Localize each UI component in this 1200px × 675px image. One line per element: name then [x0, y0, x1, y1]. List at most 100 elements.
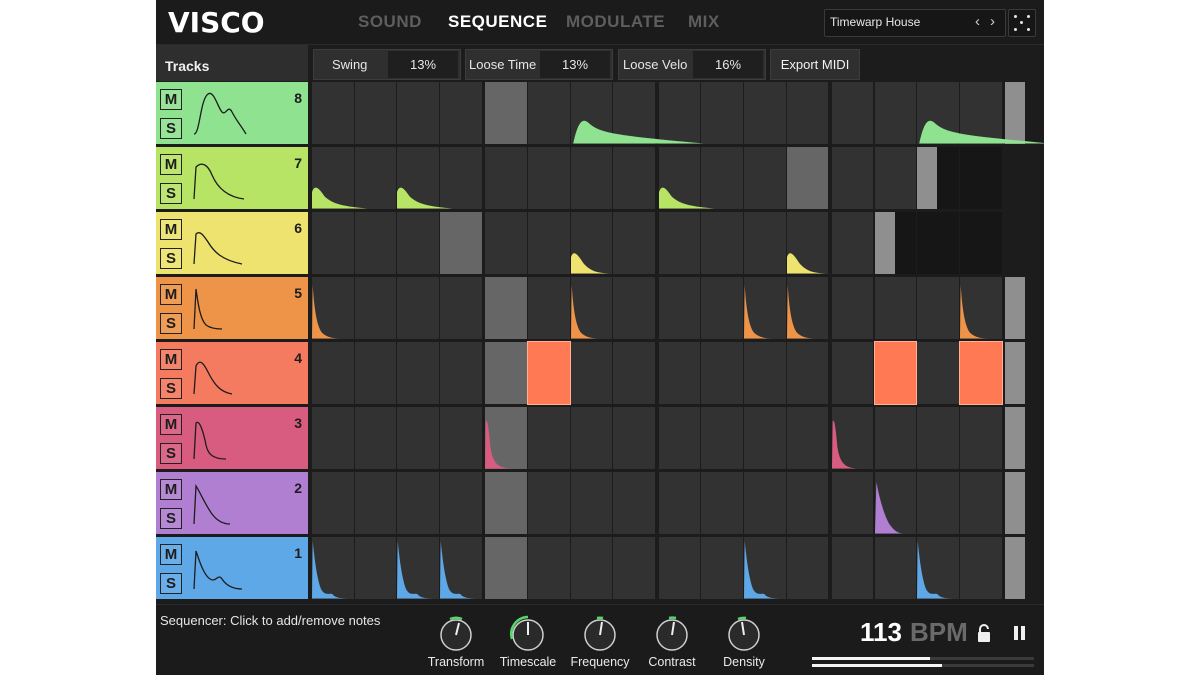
step-cell[interactable]: [786, 82, 829, 144]
step-cell[interactable]: [786, 212, 829, 274]
step-cell[interactable]: [874, 537, 917, 599]
tab-mix[interactable]: MIX: [688, 12, 720, 32]
step-cell[interactable]: [786, 407, 829, 469]
chevron-left-icon[interactable]: ‹: [975, 13, 980, 30]
step-cell[interactable]: [570, 82, 704, 144]
solo-button[interactable]: S: [160, 508, 182, 529]
step-cell[interactable]: [613, 472, 655, 534]
step-cell[interactable]: [658, 342, 701, 404]
step-cell[interactable]: [440, 407, 482, 469]
step-cell[interactable]: [440, 472, 482, 534]
step-cell[interactable]: [397, 82, 439, 144]
solo-button[interactable]: S: [160, 443, 182, 464]
frequency-knob[interactable]: Frequency: [564, 613, 636, 673]
step-cell[interactable]: [874, 472, 917, 534]
step-cell[interactable]: [570, 342, 613, 404]
step-cell[interactable]: [701, 472, 743, 534]
solo-button[interactable]: S: [160, 313, 182, 334]
step-cell[interactable]: [960, 212, 1002, 274]
tab-modulate[interactable]: MODULATE: [566, 12, 665, 32]
step-cell[interactable]: [570, 537, 613, 599]
step-cell[interactable]: [570, 147, 613, 209]
swing-control[interactable]: Swing 13%: [313, 49, 461, 80]
solo-button[interactable]: S: [160, 118, 182, 139]
knob-dial[interactable]: [420, 613, 492, 653]
step-cell[interactable]: [658, 277, 701, 339]
loop-end-marker[interactable]: [874, 212, 895, 274]
step-cell[interactable]: [528, 82, 570, 144]
mute-button[interactable]: M: [160, 284, 182, 305]
step-cell[interactable]: [354, 212, 397, 274]
step-cell[interactable]: [397, 277, 439, 339]
loose-time-control[interactable]: Loose Time 13%: [465, 49, 613, 80]
step-cell[interactable]: [354, 82, 397, 144]
step-cell[interactable]: [527, 341, 571, 405]
step-cell[interactable]: [354, 342, 397, 404]
step-sequencer-grid[interactable]: [312, 82, 1044, 604]
step-cell[interactable]: [312, 82, 354, 144]
step-cell[interactable]: [528, 277, 570, 339]
step-cell[interactable]: [786, 147, 829, 209]
step-cell[interactable]: [312, 472, 354, 534]
step-cell[interactable]: [658, 537, 701, 599]
contrast-knob[interactable]: Contrast: [636, 613, 708, 673]
step-cell[interactable]: [528, 212, 570, 274]
step-cell[interactable]: [786, 277, 829, 339]
solo-button[interactable]: S: [160, 573, 182, 594]
step-cell[interactable]: [744, 537, 786, 599]
tab-sequence[interactable]: SEQUENCE: [448, 12, 547, 32]
step-cell[interactable]: [701, 82, 743, 144]
step-cell[interactable]: [397, 537, 439, 599]
step-cell[interactable]: [397, 407, 439, 469]
knob-dial[interactable]: [492, 613, 564, 653]
step-cell[interactable]: [485, 147, 527, 209]
step-cell[interactable]: [312, 537, 354, 599]
step-cell[interactable]: [440, 212, 482, 274]
step-cell[interactable]: [831, 342, 874, 404]
step-cell[interactable]: [960, 277, 1002, 339]
step-cell[interactable]: [613, 537, 655, 599]
step-cell[interactable]: [960, 472, 1002, 534]
step-cell[interactable]: [874, 82, 917, 144]
step-cell[interactable]: [485, 212, 527, 274]
step-cell[interactable]: [831, 147, 874, 209]
step-cell[interactable]: [312, 277, 354, 339]
mute-button[interactable]: M: [160, 89, 182, 110]
export-midi-button[interactable]: Export MIDI: [770, 49, 860, 80]
step-cell[interactable]: [312, 147, 368, 209]
chevron-right-icon[interactable]: ›: [990, 13, 995, 30]
step-cell[interactable]: [701, 537, 743, 599]
step-cell[interactable]: [485, 472, 527, 534]
step-cell[interactable]: [959, 341, 1003, 405]
bpm-value[interactable]: 113: [860, 617, 902, 648]
loose-time-value[interactable]: 13%: [540, 51, 610, 78]
step-cell[interactable]: [701, 212, 743, 274]
solo-button[interactable]: S: [160, 183, 182, 204]
step-cell[interactable]: [613, 342, 655, 404]
knob-dial[interactable]: [564, 613, 636, 653]
step-cell[interactable]: [960, 147, 1002, 209]
mute-button[interactable]: M: [160, 479, 182, 500]
step-cell[interactable]: [397, 212, 439, 274]
transform-knob[interactable]: Transform: [420, 613, 492, 673]
solo-button[interactable]: S: [160, 378, 182, 399]
lock-icon[interactable]: [976, 623, 992, 643]
step-cell[interactable]: [440, 277, 482, 339]
step-cell[interactable]: [831, 537, 874, 599]
step-cell[interactable]: [658, 472, 701, 534]
step-cell[interactable]: [658, 407, 701, 469]
step-cell[interactable]: [917, 407, 959, 469]
knob-dial[interactable]: [708, 613, 780, 653]
step-cell[interactable]: [570, 277, 613, 339]
step-cell[interactable]: [312, 342, 354, 404]
step-cell[interactable]: [744, 147, 786, 209]
swing-value[interactable]: 13%: [388, 51, 458, 78]
step-cell[interactable]: [874, 147, 917, 209]
step-cell[interactable]: [440, 537, 482, 599]
step-cell[interactable]: [786, 472, 829, 534]
step-cell[interactable]: [744, 82, 786, 144]
step-cell[interactable]: [613, 147, 655, 209]
mute-button[interactable]: M: [160, 544, 182, 565]
preset-selector[interactable]: Timewarp House ‹ ›: [824, 9, 1006, 37]
step-cell[interactable]: [701, 277, 743, 339]
